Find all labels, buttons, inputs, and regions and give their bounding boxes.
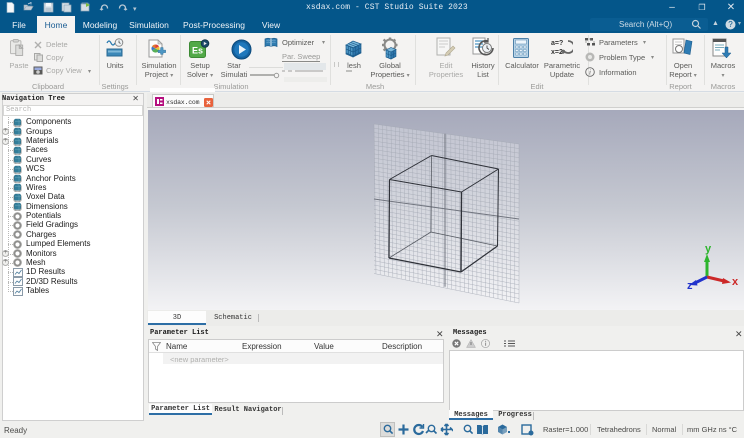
svg-text:x: x xyxy=(732,276,739,288)
svg-text:a=?: a=? xyxy=(551,40,563,47)
svg-text:x=2: x=2 xyxy=(551,49,563,56)
svg-text:y: y xyxy=(705,243,712,255)
svg-text:i: i xyxy=(589,69,591,77)
svg-text:Es: Es xyxy=(192,46,203,56)
svg-text:z: z xyxy=(687,280,693,292)
svg-text:?: ? xyxy=(728,20,733,29)
